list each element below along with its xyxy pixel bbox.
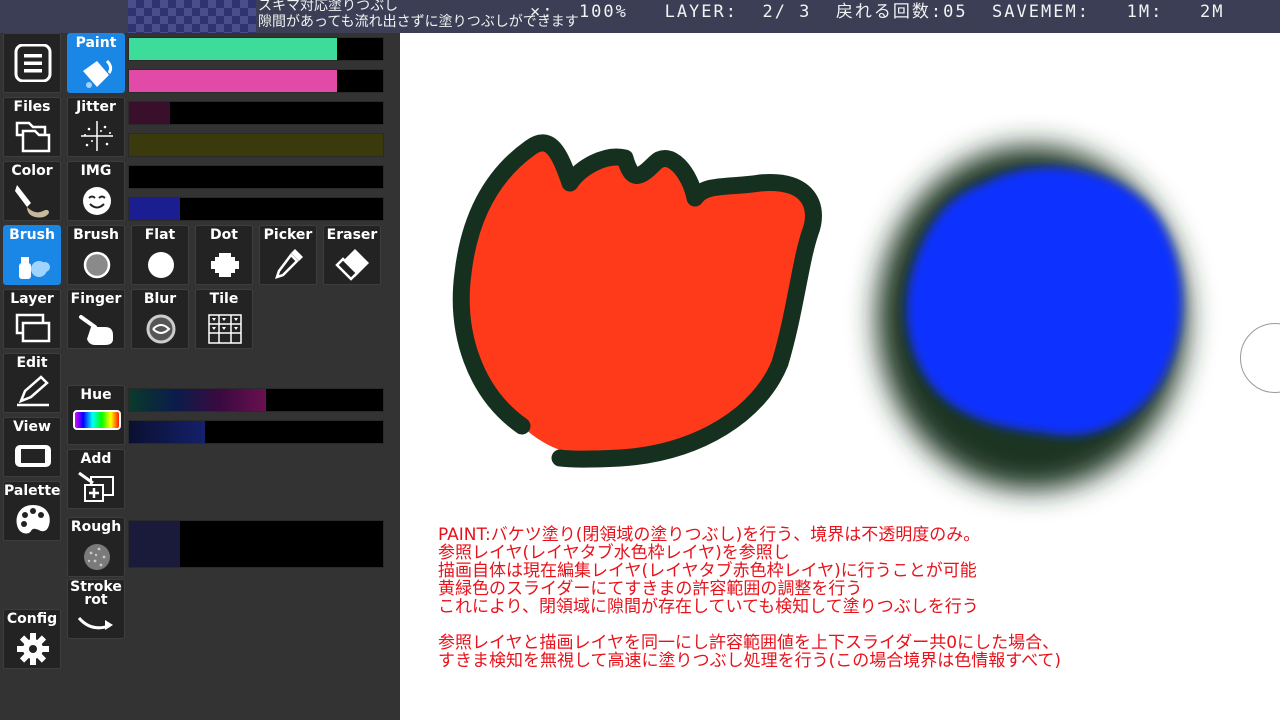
slider-img-opacity[interactable] [128, 165, 384, 189]
face-icon [77, 181, 117, 219]
eraser-icon [333, 245, 373, 283]
slider-rough-amount[interactable] [128, 520, 384, 568]
brush-picker-button[interactable]: Picker [259, 225, 317, 285]
edit-pen-icon [13, 373, 53, 411]
brush-dot-button[interactable]: Dot [195, 225, 253, 285]
layer-icon [13, 309, 53, 347]
slider-img-secondary[interactable] [128, 197, 384, 221]
slider-paint-tolerance-upper[interactable] [128, 37, 384, 61]
note-line: PAINT:バケツ塗り(閉領域の塗りつぶし)を行う、境界は不透明度のみ。 [438, 525, 981, 545]
view-label: View [13, 419, 51, 435]
palette-label: Palette [4, 483, 61, 499]
slider-jitter-secondary[interactable] [128, 133, 384, 157]
edit-button[interactable]: Edit [3, 353, 61, 413]
tile-icon [205, 309, 245, 347]
gear-icon [13, 629, 53, 667]
hue-button[interactable]: Hue [67, 385, 125, 445]
brush-flat-button[interactable]: Flat [131, 225, 189, 285]
brush-category-label: Brush [9, 227, 55, 243]
flat-brush-icon [141, 245, 181, 283]
note-line: 参照レイヤと描画レイヤを同一にし許容範囲値を上下スライダー共0にした場合、 [438, 633, 1060, 653]
brush-finger-label: Finger [70, 291, 122, 307]
add-layer-icon [77, 469, 117, 507]
brush-category-icon [13, 245, 53, 283]
paint-label: Paint [75, 35, 117, 51]
paint-button[interactable]: Paint [67, 33, 125, 93]
brush-tile-label: Tile [209, 291, 239, 307]
slider-hue-secondary[interactable] [128, 420, 384, 444]
color-preview-swatch [128, 0, 256, 33]
hue-label: Hue [80, 387, 112, 403]
note-line: これにより、閉領域に隙間が存在していても検知して塗りつぶしを行う [438, 597, 979, 617]
brush-flat-label: Flat [144, 227, 176, 243]
edit-label: Edit [16, 355, 48, 371]
color-button[interactable]: Color [3, 161, 61, 221]
rough-button[interactable]: Rough [67, 517, 125, 577]
menu-button[interactable] [3, 33, 61, 93]
color-tube-icon [13, 181, 53, 219]
brush-eraser-label: Eraser [326, 227, 378, 243]
stroke-rot-label: Stroke rot [70, 579, 122, 608]
instruction-notes: PAINT:バケツ塗り(閉領域の塗りつぶし)を行う、境界は不透明度のみ。 参照レイ… [438, 526, 1061, 670]
layer-button[interactable]: Layer [3, 289, 61, 349]
brush-finger-button[interactable]: Finger [67, 289, 125, 349]
picker-icon [269, 245, 309, 283]
menu-icon [13, 44, 53, 82]
slider-hue-shift[interactable] [128, 388, 384, 412]
red-filled-shape [452, 134, 822, 468]
drawing-canvas[interactable]: PAINT:バケツ塗り(閉領域の塗りつぶし)を行う、境界は不透明度のみ。 参照レイ… [400, 33, 1280, 720]
files-label: Files [13, 99, 51, 115]
brush-eraser-button[interactable]: Eraser [323, 225, 381, 285]
files-icon [13, 117, 53, 155]
brush-dot-label: Dot [210, 227, 238, 243]
note-line [438, 616, 1061, 634]
palette-icon [13, 501, 53, 539]
img-label: IMG [80, 163, 112, 179]
brush-blur-button[interactable]: Blur [131, 289, 189, 349]
round-brush-icon [77, 245, 117, 283]
note-line: すきま検知を無視して高速に塗りつぶし処理を行う(この場合境界は色情報すべて) [438, 651, 1062, 671]
rough-texture-icon [77, 537, 117, 575]
view-button[interactable]: View [3, 417, 61, 477]
note-line: 描画自体は現在編集レイヤ(レイヤタブ赤色枠レイヤ)に行うことが可能 [438, 561, 977, 581]
jitter-button[interactable]: Jitter [67, 97, 125, 157]
hue-spectrum-icon [72, 405, 122, 443]
paint-bucket-icon [77, 53, 117, 91]
finger-icon [77, 309, 117, 347]
brush-round-button[interactable]: Brush [67, 225, 125, 285]
config-button[interactable]: Config [3, 609, 61, 669]
rough-label: Rough [70, 519, 122, 535]
blue-blurred-shape [877, 146, 1187, 490]
palette-button[interactable]: Palette [3, 481, 61, 541]
brush-round-label: Brush [73, 227, 119, 243]
add-button[interactable]: Add [67, 449, 125, 509]
brush-blur-label: Blur [143, 291, 177, 307]
files-button[interactable]: Files [3, 97, 61, 157]
slider-jitter-amount[interactable] [128, 101, 384, 125]
note-line: 参照レイヤ(レイヤタブ水色枠レイヤ)を参照し [438, 543, 790, 563]
tool-panel: Files Color Brush Layer Edit View Palett… [0, 33, 400, 720]
tool-title: スキマ対応塗りつぶし [258, 0, 399, 14]
brush-picker-label: Picker [263, 227, 313, 243]
img-button[interactable]: IMG [67, 161, 125, 221]
brush-tile-button[interactable]: Tile [195, 289, 253, 349]
dot-brush-icon [205, 245, 245, 283]
top-status-bar: スキマ対応塗りつぶし 隙間があっても流れ出さずに塗りつぶしができます ×: 10… [0, 0, 1280, 33]
note-line: 黄緑色のスライダーにてすきまの許容範囲の調整を行う [438, 579, 863, 599]
stroke-rot-button[interactable]: Stroke rot [67, 579, 125, 639]
jitter-label: Jitter [76, 99, 116, 115]
view-device-icon [13, 437, 53, 475]
add-label: Add [80, 451, 112, 467]
brush-category-button[interactable]: Brush [3, 225, 61, 285]
stroke-rotate-icon [77, 608, 117, 638]
color-label: Color [11, 163, 53, 179]
slider-paint-tolerance-lower[interactable] [128, 69, 384, 93]
blur-icon [141, 309, 181, 347]
layer-label: Layer [10, 291, 54, 307]
status-readout: ×: 100% LAYER: 2/ 3 戻れる回数:05 SAVEMEM: 1M… [530, 2, 1225, 22]
config-label: Config [6, 611, 58, 627]
jitter-icon [77, 117, 117, 155]
